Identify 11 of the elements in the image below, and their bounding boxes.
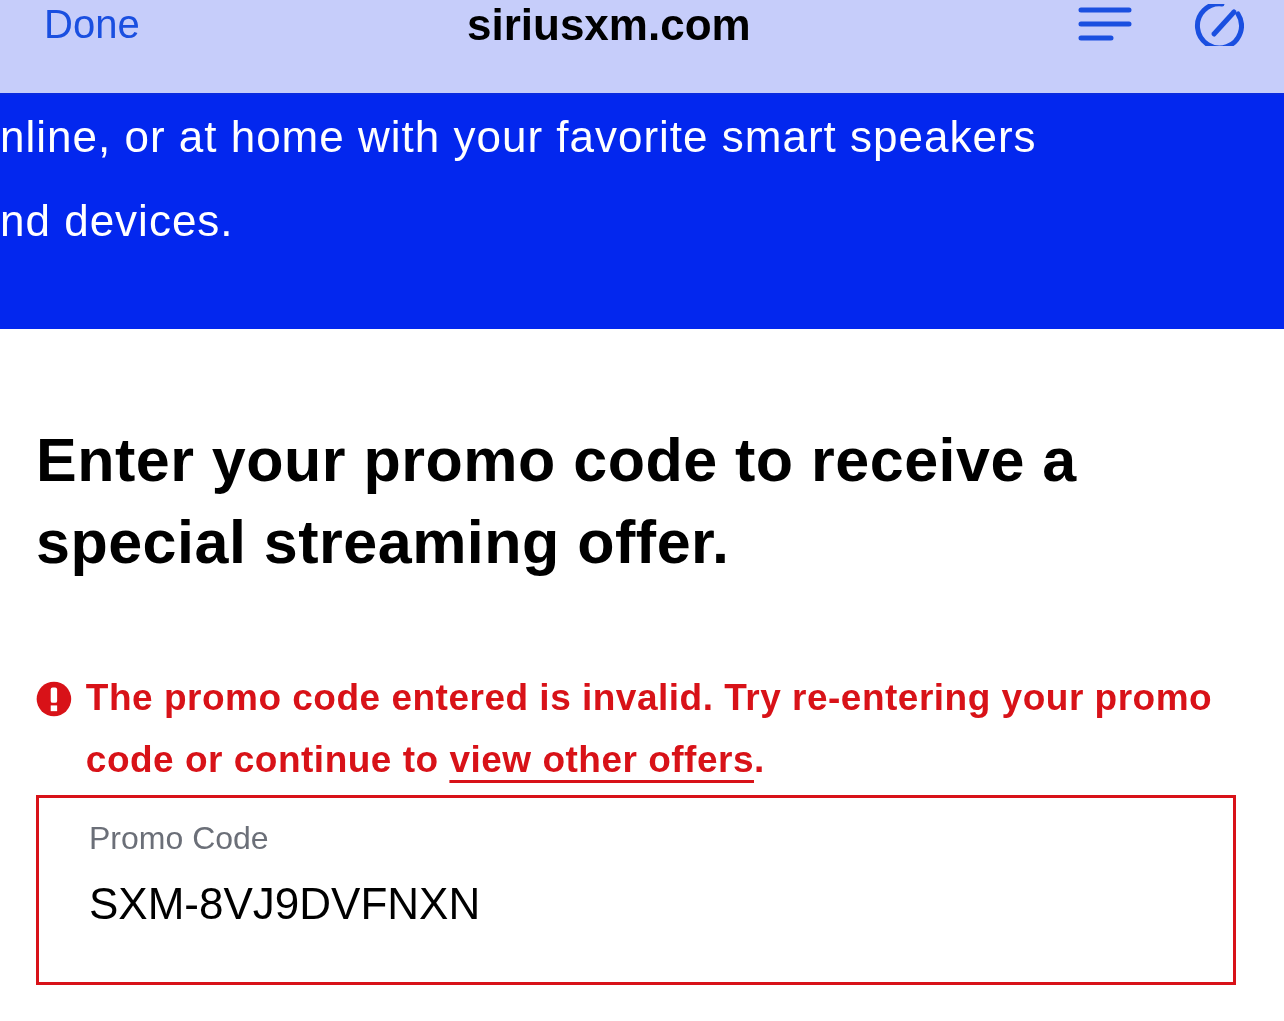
reload-icon[interactable] xyxy=(1192,4,1244,46)
banner-text: nd devices. xyxy=(0,195,235,247)
address-text[interactable]: siriusxm.com xyxy=(139,0,1078,50)
banner-text: nline, or at home with your favorite smart speakers xyxy=(0,111,1038,163)
page-heading: Enter your promo code to receive a special streaming offer. xyxy=(36,425,1078,578)
view-offers-link[interactable]: view other offers xyxy=(449,739,754,780)
field-label: Promo Code xyxy=(89,820,270,857)
promo-code-field[interactable]: Promo Code SXM-8VJ9DVFNXN xyxy=(36,795,1236,985)
promo-code-input[interactable]: SXM-8VJ9DVFNXN xyxy=(89,879,1183,929)
done-button[interactable]: Done xyxy=(44,2,140,47)
error-message: The promo code entered is invalid. Try re-entering your promo code or continue to view other offers. xyxy=(85,676,1214,782)
